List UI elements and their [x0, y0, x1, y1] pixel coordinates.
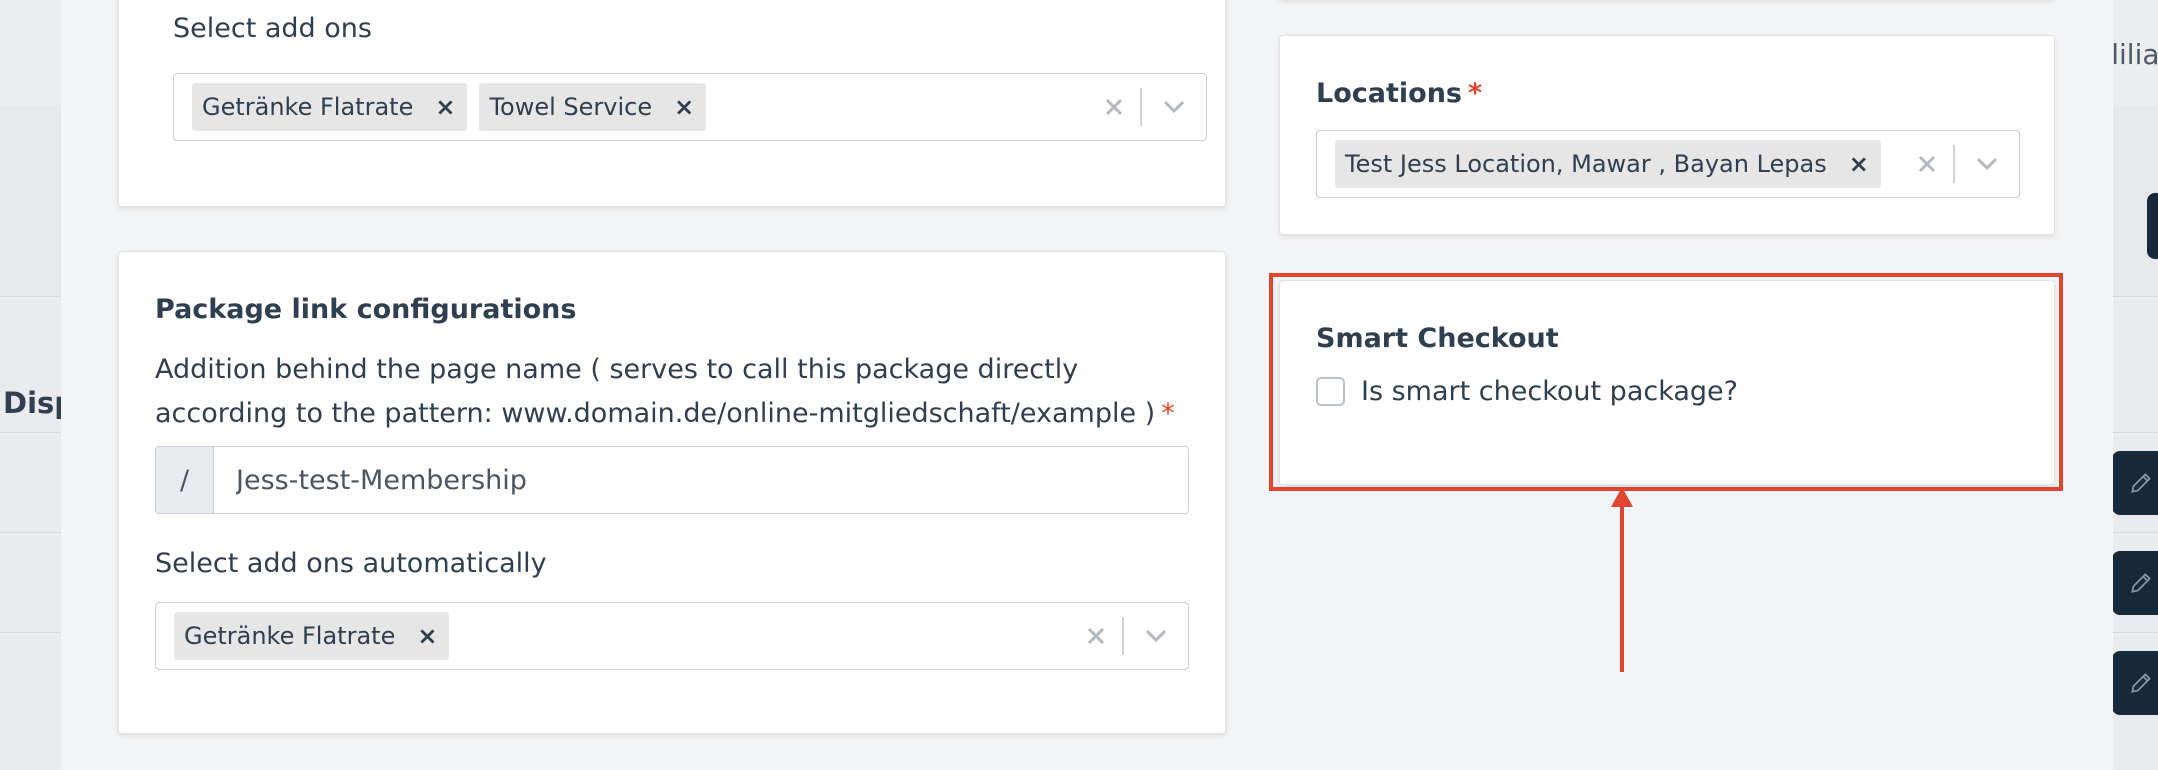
edit-button[interactable]: [2112, 451, 2158, 515]
background-action-button[interactable]: [2147, 193, 2158, 259]
addons-label: Select add ons: [173, 13, 372, 44]
locations-card: Locations * Test Jess Location, Mawar , B…: [1279, 35, 2055, 235]
remove-chip-icon[interactable]: ×: [1849, 150, 1869, 178]
locations-select[interactable]: Test Jess Location, Mawar , Bayan Lepas …: [1316, 130, 2020, 198]
location-chip: Test Jess Location, Mawar , Bayan Lepas …: [1335, 140, 1881, 188]
remove-chip-icon[interactable]: ×: [674, 93, 694, 121]
package-link-heading: Package link configurations: [155, 294, 577, 325]
package-link-field[interactable]: [214, 447, 1188, 513]
pencil-icon: [2131, 473, 2151, 493]
remove-chip-icon[interactable]: ×: [417, 622, 437, 650]
pencil-icon: [2131, 573, 2151, 593]
location-chip-label: Test Jess Location, Mawar , Bayan Lepas: [1345, 150, 1827, 178]
edit-button[interactable]: [2112, 651, 2158, 715]
locations-heading: Locations *: [1316, 78, 1482, 109]
chevron-down-icon[interactable]: [1124, 629, 1188, 643]
addon-chip: Towel Service ×: [479, 83, 707, 131]
locations-chip-list: Test Jess Location, Mawar , Bayan Lepas …: [1317, 140, 1901, 188]
clear-icon[interactable]: [1088, 98, 1140, 116]
package-link-card: Package link configurations Addition beh…: [118, 251, 1226, 734]
arrow-line: [1620, 500, 1624, 672]
remove-chip-icon[interactable]: ×: [435, 93, 455, 121]
edit-button[interactable]: [2112, 551, 2158, 615]
url-prefix: /: [156, 447, 214, 513]
addon-chip-label: Getränke Flatrate: [184, 622, 396, 650]
highlight-box: [1269, 273, 2063, 491]
chevron-down-icon[interactable]: [1955, 157, 2019, 171]
addons-auto-select[interactable]: Getränke Flatrate ×: [155, 602, 1189, 670]
addons-card: Select add ons Getränke Flatrate × Towel…: [118, 0, 1226, 207]
locations-label: Locations: [1316, 78, 1462, 109]
addons-select[interactable]: Getränke Flatrate × Towel Service ×: [173, 73, 1207, 141]
package-link-input-group: /: [155, 446, 1189, 514]
pencil-icon: [2131, 673, 2151, 693]
addons-auto-chip-list: Getränke Flatrate ×: [156, 612, 1070, 660]
addon-chip: Getränke Flatrate ×: [174, 612, 450, 660]
addons-auto-label: Select add ons automatically: [155, 548, 547, 579]
chevron-down-icon[interactable]: [1142, 100, 1206, 114]
required-mark: *: [1161, 398, 1175, 429]
clear-icon[interactable]: [1901, 155, 1953, 173]
package-link-description-text: Addition behind the page name ( serves t…: [155, 354, 1156, 429]
clear-icon[interactable]: [1070, 627, 1122, 645]
addons-chip-list: Getränke Flatrate × Towel Service ×: [174, 83, 1088, 131]
package-link-description: Addition behind the page name ( serves t…: [155, 348, 1195, 436]
addon-chip: Getränke Flatrate ×: [192, 83, 468, 131]
required-mark: *: [1467, 78, 1483, 109]
addon-chip-label: Getränke Flatrate: [202, 93, 414, 121]
addon-chip-label: Towel Service: [489, 93, 653, 121]
